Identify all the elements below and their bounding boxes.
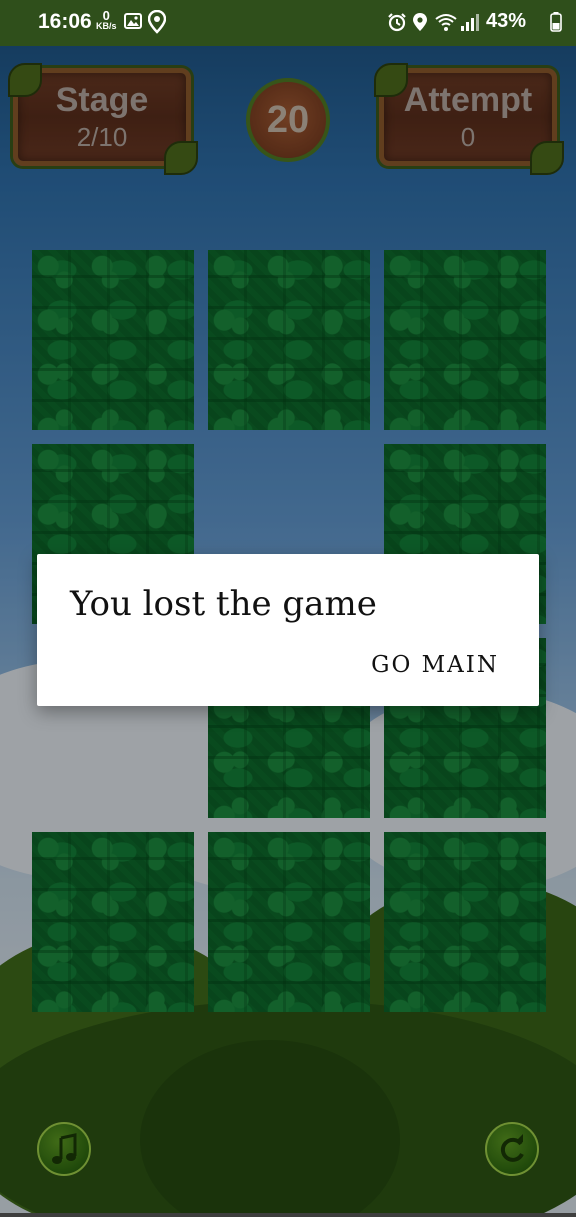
go-main-button[interactable]: GO MAIN	[371, 652, 499, 678]
battery-level: 43%	[486, 10, 527, 32]
signal-icon	[460, 12, 480, 37]
wifi-icon	[434, 12, 458, 37]
location-icon	[412, 12, 428, 37]
location-pin-icon	[147, 9, 167, 39]
status-bar: 16:06 0 KB/s 43%	[0, 0, 576, 46]
status-time: 16:06	[38, 10, 92, 33]
alarm-icon	[387, 12, 407, 37]
game-over-dialog: You lost the game GO MAIN	[37, 554, 539, 706]
battery-icon	[550, 12, 562, 37]
net-speed-unit: KB/s	[96, 21, 117, 31]
net-speed: 0 KB/s	[96, 9, 117, 31]
dialog-message: You lost the game	[70, 584, 377, 624]
image-icon	[124, 12, 142, 35]
